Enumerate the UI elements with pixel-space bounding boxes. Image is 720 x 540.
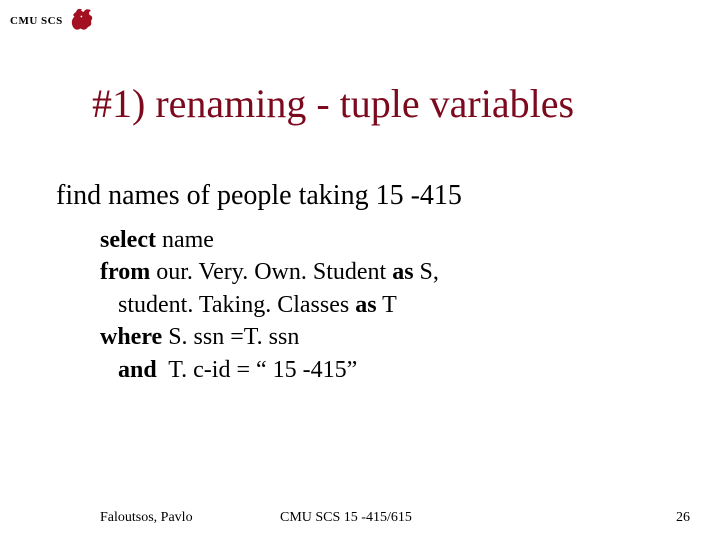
code-text: T. c-id = “ 15 -415” xyxy=(157,357,358,383)
code-line-4: where S. ssn =T. ssn xyxy=(100,321,439,353)
code-text: T xyxy=(377,292,397,318)
code-line-1: select name xyxy=(100,224,439,256)
keyword-and: and xyxy=(100,357,157,383)
code-line-5: and T. c-id = “ 15 -415” xyxy=(100,354,439,386)
footer-course: CMU SCS 15 -415/615 xyxy=(280,510,412,526)
dragon-logo-icon xyxy=(67,6,97,36)
code-line-3: student. Taking. Classes as T xyxy=(100,289,439,321)
code-text: S, xyxy=(414,259,439,285)
code-text: S. ssn =T. ssn xyxy=(162,324,299,350)
footer-authors: Faloutsos, Pavlo xyxy=(100,510,193,526)
code-text: name xyxy=(156,227,214,253)
code-line-2: from our. Very. Own. Student as S, xyxy=(100,256,439,288)
keyword-as: as xyxy=(392,259,413,285)
slide-title: #1) renaming - tuple variables xyxy=(92,80,574,127)
slide-header: CMU SCS xyxy=(10,6,97,36)
footer-page-number: 26 xyxy=(676,510,690,526)
keyword-select: select xyxy=(100,227,156,253)
keyword-as: as xyxy=(355,292,376,318)
sql-code-block: select name from our. Very. Own. Student… xyxy=(100,224,439,386)
code-text: our. Very. Own. Student xyxy=(150,259,392,285)
code-text: student. Taking. Classes xyxy=(100,292,355,318)
keyword-from: from xyxy=(100,259,150,285)
slide-subtitle: find names of people taking 15 -415 xyxy=(56,180,462,212)
keyword-where: where xyxy=(100,324,162,350)
org-label: CMU SCS xyxy=(10,15,63,27)
